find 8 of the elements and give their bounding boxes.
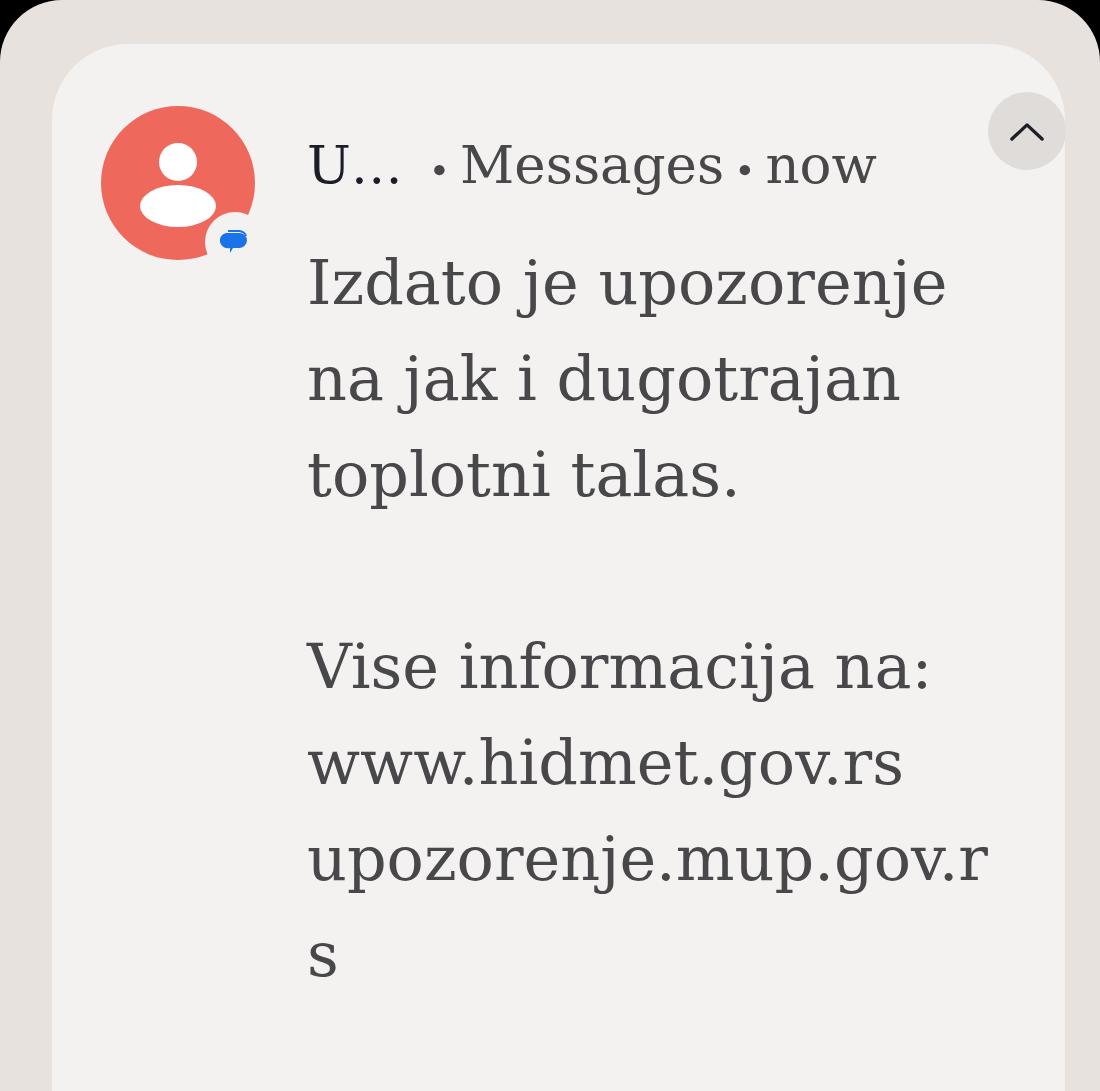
separator-dot: • — [734, 149, 756, 193]
separator-dot: • — [428, 149, 451, 193]
chevron-up-icon — [1010, 121, 1044, 141]
message-paragraph: Vise informacija na: www.hidmet.gov.rs upozorenje.mup.gov.r s — [307, 629, 988, 993]
app-name: Messages — [460, 133, 725, 197]
timestamp: now — [765, 133, 877, 197]
message-paragraph: Izdato je upozorenje na jak i dugotrajan toplotni talas. — [307, 245, 949, 513]
sender-name: U… — [307, 134, 403, 197]
